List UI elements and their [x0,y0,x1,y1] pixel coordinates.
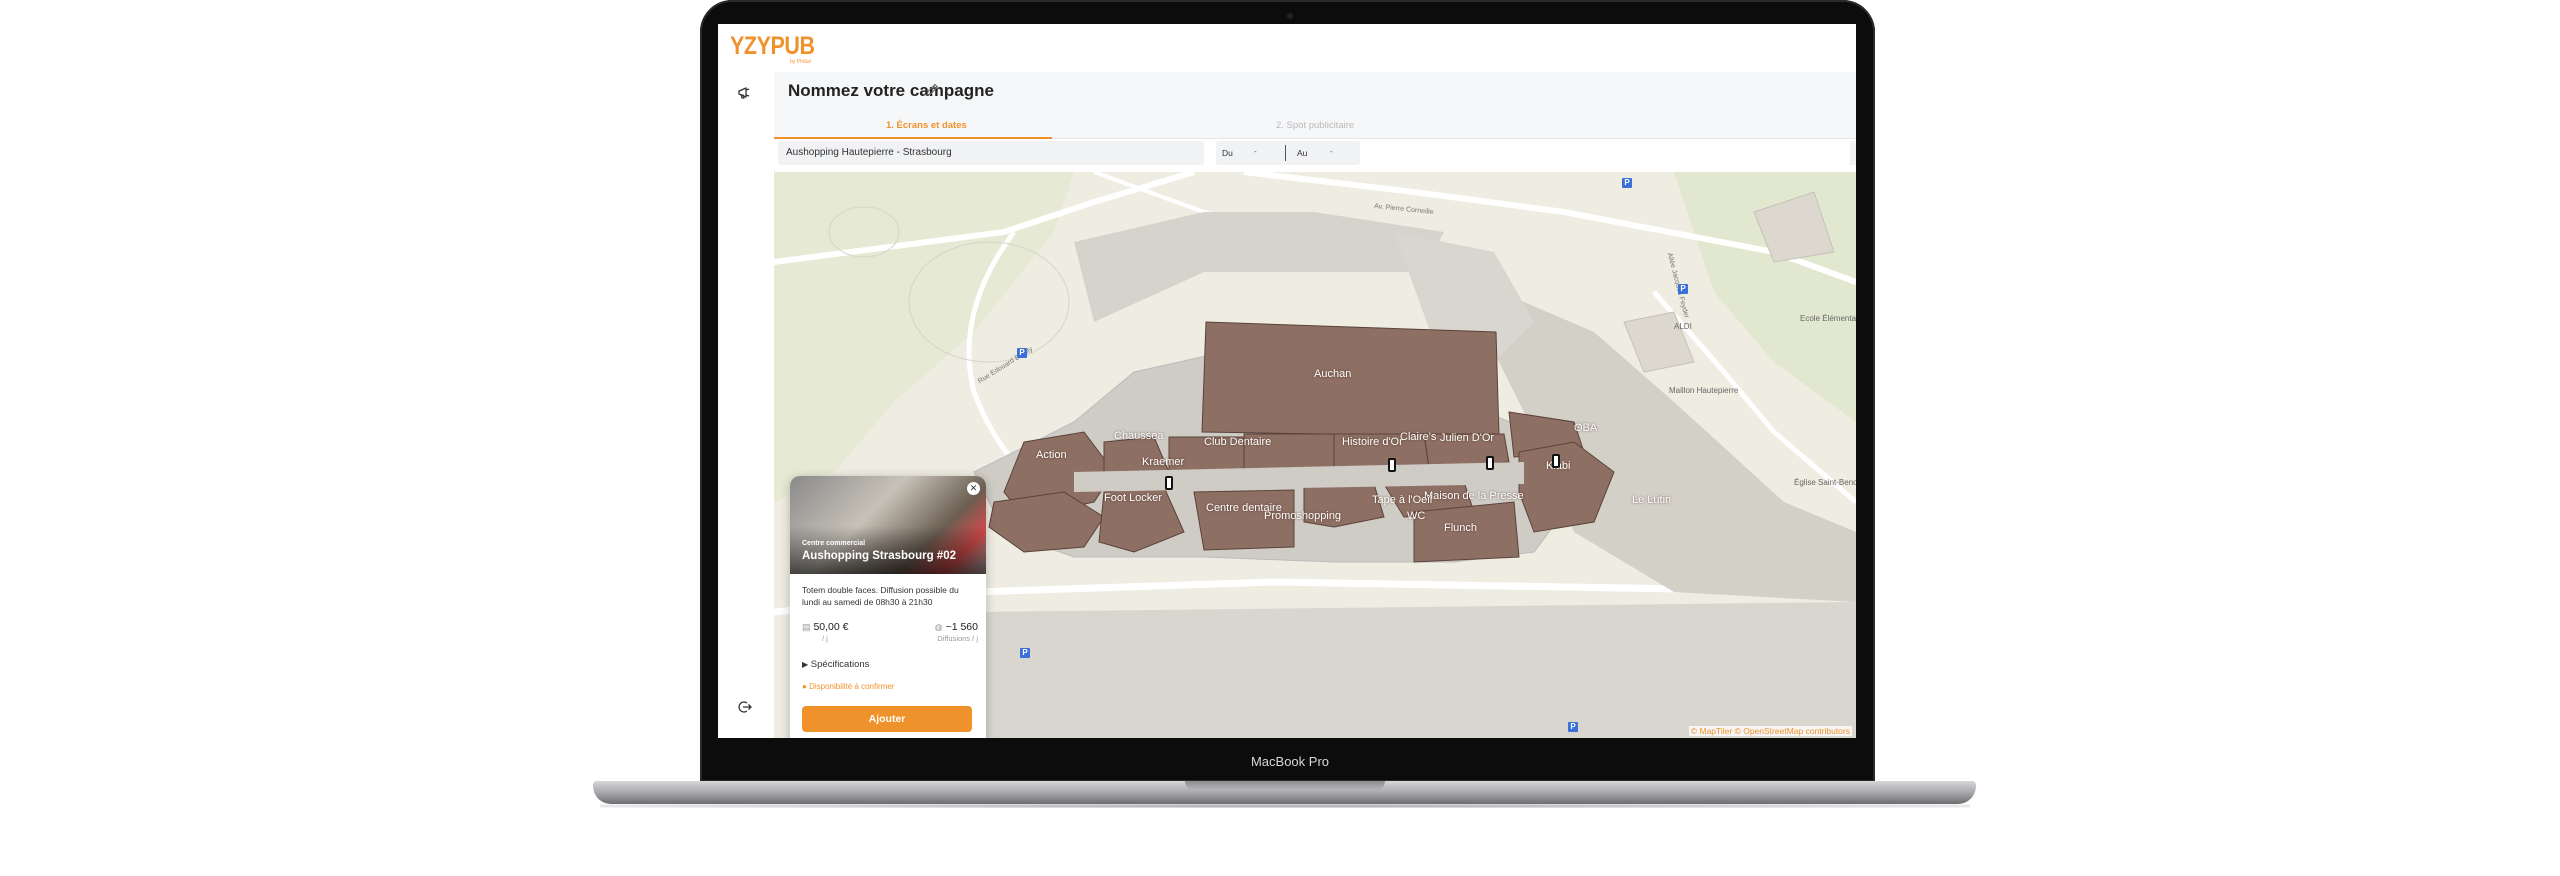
map-label-foot-locker: Foot Locker [1104,492,1163,504]
map-label-tape-a-loeil: Tape à l'Oeil [1372,494,1433,506]
logo-text: YZYPUB [730,32,815,60]
map-label-chaussea: Chaussea [1114,430,1164,442]
caret-right-icon: ▶ [802,660,809,669]
price-row: ▤ 50,00 € / j ◍ ~1 560 Diffusions / j [802,621,978,647]
from-date-label: Du [1222,148,1233,158]
pencil-icon[interactable] [924,82,942,100]
map-label-action: Action [1036,449,1067,461]
place-label-eglise: Église Saint-Benoît [1794,478,1856,487]
tab-ad-spot[interactable]: 2. Spot publicitaire [1276,120,1354,131]
totem-marker[interactable] [1165,476,1173,490]
totem-marker[interactable] [1552,454,1560,468]
map-label-histoire-dor: Histoire d'Or [1342,436,1403,448]
app-screen: YZYPUB by PhiSel Nommez votre campagne 1… [718,24,1856,738]
specs-toggle[interactable]: ▶ Spécifications [802,659,869,670]
place-label-aldi: ALDI [1674,322,1692,331]
card-description: Totem double faces. Diffusion possible d… [802,585,959,607]
diffusions-value: ◍ ~1 560 [935,621,978,633]
date-separator [1285,145,1286,161]
logo-subtext: by PhiSel [790,59,812,65]
to-date-label: Au [1297,148,1308,158]
add-button[interactable]: Ajouter [802,706,972,732]
screen-info-card: Centre commercial Aushopping Strasbourg … [790,476,986,738]
campaign-header: Nommez votre campagne [774,72,1856,116]
to-date-select[interactable]: - [1330,147,1333,156]
totem-marker[interactable] [1388,458,1396,472]
availability-status: ● Disponibilité à confirmer [802,682,894,691]
logout-icon[interactable] [734,696,756,718]
map-label-maison-presse: Maison de la Presse [1424,490,1524,502]
map-label-claires: Claire's [1400,431,1437,443]
map-label-auchan: Auchan [1314,368,1352,380]
price-value: ▤ 50,00 € [802,621,848,633]
status-dot-icon: ● [802,682,807,691]
mall-map[interactable]: Auchan Action Chaussea Kiabi Flunch Foot… [774,172,1856,738]
totem-marker[interactable] [1486,456,1494,470]
map-label-centre-dentaire: Centre dentaire [1206,502,1282,514]
filter-overflow-edge [1850,141,1856,165]
map-label-oba: OBA [1574,422,1598,434]
price-text: 50,00 € [813,621,849,633]
steps-bar: 1. Écrans et dates 2. Spot publicitaire [774,116,1856,139]
camera-dot [1287,13,1293,19]
map-label-kraemer: Kraemer [1142,456,1185,468]
top-bar: YZYPUB by PhiSel [718,24,1856,73]
campaign-title[interactable]: Nommez votre campagne [788,81,994,101]
map-label-wc: WC [1407,510,1426,522]
card-title: Aushopping Strasbourg #02 [802,550,956,562]
sidebar [718,72,775,738]
place-label-ecole: Ecole Élémentaire Brigitte [1800,314,1856,323]
date-range: Du - Au - [1216,141,1360,165]
price-unit: / j [822,634,828,643]
map-label-julien-dor: Julien D'Or [1440,432,1495,444]
parking-icon: P [1017,348,1027,358]
megaphone-icon[interactable] [734,82,756,104]
parking-icon: P [1622,178,1632,188]
map-attribution[interactable]: © MapTiler © OpenStreetMap contributors [1688,726,1852,736]
specs-label: Spécifications [810,659,870,670]
diffusions-unit: Diffusions / j [937,634,978,643]
availability-text: Disponibilité à confirmer [809,682,895,691]
laptop-shadow [600,804,1970,808]
map-label-club-dentaire: Club Dentaire [1204,436,1272,448]
receipt-icon: ▤ [802,622,811,632]
diffusions-text: ~1 560 [945,621,978,633]
model-label: MacBook Pro [1250,754,1330,769]
broadcast-icon: ◍ [934,622,943,632]
map-label-flunch: Flunch [1444,522,1478,534]
card-pretitle: Centre commercial [802,540,866,547]
map-label-le-lutin: Le Lutin [1632,494,1672,506]
place-label-maillon: Maillon Hautepierre [1669,386,1739,395]
from-date-select[interactable]: - [1254,147,1257,156]
parking-icon: P [1678,284,1688,294]
close-icon[interactable]: ✕ [967,482,980,495]
tab-screens-dates[interactable]: 1. Écrans et dates [886,120,967,131]
location-select[interactable]: Aushopping Hautepierre - Strasbourg [778,141,1204,165]
filter-bar: Aushopping Hautepierre - Strasbourg Du -… [774,139,1856,169]
brand-logo[interactable]: YZYPUB by PhiSel [730,32,840,66]
laptop-notch [1185,781,1385,790]
parking-icon: P [1568,722,1578,732]
parking-icon: P [1020,648,1030,658]
